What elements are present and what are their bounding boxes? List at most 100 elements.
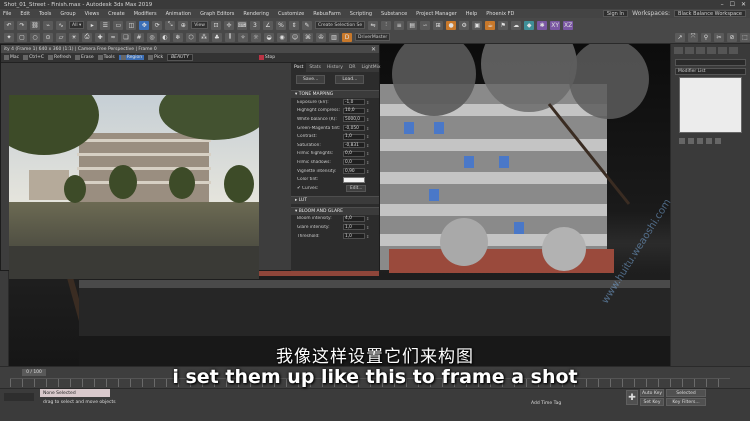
lut-header[interactable]: ▸ LUT <box>291 195 379 204</box>
hierarchy-tab-icon[interactable] <box>696 47 705 54</box>
menu-modifiers[interactable]: Modifiers <box>134 11 157 17</box>
param-value-field[interactable]: 1,0 <box>343 224 365 231</box>
param-value-field[interactable]: 4,0 <box>343 215 365 222</box>
rendered-frame-window-icon[interactable]: ▣ <box>472 20 483 30</box>
fb-copy-button[interactable]: Ctrl+C <box>23 55 44 60</box>
spinner-icon[interactable]: ⇕ <box>365 134 369 139</box>
window-crossing-icon[interactable]: ◫ <box>126 20 137 30</box>
auto-key-button[interactable]: Auto Key <box>640 389 664 397</box>
workspace-dropdown[interactable]: Black Balance Workspace <box>674 10 746 17</box>
tab-stats[interactable]: Stats <box>306 63 324 72</box>
mask-icon[interactable]: ☺ <box>290 32 300 42</box>
plugin-icon[interactable]: ✱ <box>537 20 548 30</box>
rendered-image[interactable] <box>9 95 259 279</box>
selection-filter-dropdown[interactable]: All ▾ <box>69 21 85 29</box>
utilities-tab-icon[interactable] <box>729 47 738 54</box>
rect-selection-icon[interactable]: ▭ <box>113 20 124 30</box>
render-element-dropdown[interactable]: BEAUTY <box>167 54 193 61</box>
pin-stack-icon[interactable] <box>679 138 685 144</box>
vray-light-icon[interactable]: ✧ <box>238 32 248 42</box>
param-value-field[interactable]: -0,050 <box>343 125 365 132</box>
set-key-icon[interactable]: ✚ <box>626 390 638 405</box>
menu-rebusfarm[interactable]: RebusFarm <box>313 11 341 17</box>
tab-dr[interactable]: DR <box>346 63 359 72</box>
manipulate-icon[interactable]: ✢ <box>223 20 234 30</box>
sign-in-dropdown[interactable]: Sign In <box>602 10 629 17</box>
menu-graph-editors[interactable]: Graph Editors <box>200 11 234 17</box>
menu-views[interactable]: Views <box>85 11 99 17</box>
param-value-field[interactable]: 1,0 <box>343 133 365 140</box>
bloom-glare-header[interactable]: ▾ BLOOM AND GLARE <box>291 206 379 215</box>
color-tint-swatch[interactable] <box>343 176 365 183</box>
camera-icon[interactable]: ⎙ <box>82 32 92 42</box>
vray-sun-icon[interactable]: ☼ <box>251 32 261 42</box>
modifier-list-dropdown[interactable]: Modifier List <box>675 68 746 75</box>
fb-tools-button[interactable]: Tools <box>97 55 115 60</box>
script-icon[interactable]: ◆ <box>524 20 535 30</box>
param-value-field[interactable]: -1,0 <box>343 99 365 106</box>
vray-dome-icon[interactable]: ◒ <box>264 32 274 42</box>
place-icon[interactable]: ⊕ <box>178 20 189 30</box>
mirror-icon[interactable]: ⇋ <box>368 20 379 30</box>
menu-help[interactable]: Help <box>466 11 477 17</box>
tool-f-icon[interactable]: ⬚ <box>740 32 750 42</box>
schematic-view-icon[interactable]: ⊞ <box>433 20 444 30</box>
set-key-button[interactable]: Set Key <box>640 398 664 406</box>
proxy-icon[interactable]: ⬡ <box>186 32 196 42</box>
menu-scripting[interactable]: Scripting <box>350 11 372 17</box>
spinner-icon[interactable]: ⇕ <box>365 108 369 113</box>
select-move-icon[interactable]: ✥ <box>139 20 150 30</box>
bind-space-warp-icon[interactable]: ∿ <box>56 20 66 30</box>
modify-tab-icon[interactable] <box>685 47 694 54</box>
named-selection-sets-dropdown[interactable]: Create Selection Se <box>314 21 366 29</box>
render-production-icon[interactable]: ☕ <box>485 20 496 30</box>
spinner-icon[interactable]: ⇕ <box>365 143 369 148</box>
param-value-field[interactable]: -0,831 <box>343 142 365 149</box>
fb-pick-button[interactable]: Pick <box>148 55 163 60</box>
group-icon[interactable]: ❏ <box>121 32 131 42</box>
spinner-icon[interactable]: ⇕ <box>365 117 369 122</box>
light-icon[interactable]: ☀ <box>69 32 79 42</box>
close-button[interactable]: ✕ <box>741 1 746 8</box>
fb-region-button[interactable]: Region <box>118 55 145 60</box>
isolate-icon[interactable]: ◎ <box>147 32 157 42</box>
modifier-stack[interactable] <box>679 77 742 133</box>
select-rotate-icon[interactable]: ⟳ <box>152 20 163 30</box>
plane-icon[interactable]: ▱ <box>56 32 66 42</box>
extra-tool-icon[interactable]: ✇ <box>316 32 326 42</box>
key-mode-dropdown[interactable]: Selected <box>666 389 706 397</box>
select-by-name-icon[interactable]: ☰ <box>100 20 111 30</box>
spinner-icon[interactable]: ⇕ <box>365 169 369 174</box>
xy-plane-icon[interactable]: XY <box>550 20 561 30</box>
add-time-tag[interactable]: Add Time Tag <box>528 399 578 407</box>
spinner-icon[interactable]: ⇕ <box>365 216 369 221</box>
scatter-icon[interactable]: ⁂ <box>199 32 209 42</box>
select-object-icon[interactable]: ▸ <box>87 20 98 30</box>
menu-substance[interactable]: Substance <box>381 11 407 17</box>
snaps-toggle-icon[interactable]: 3 <box>249 20 260 30</box>
percent-snap-icon[interactable]: % <box>275 20 286 30</box>
tool-a-icon[interactable]: ↗ <box>675 32 685 42</box>
vray-camera-icon[interactable]: ◉ <box>277 32 287 42</box>
helper-icon[interactable]: ✚ <box>95 32 105 42</box>
spinner-icon[interactable]: ⇕ <box>365 151 369 156</box>
save-button[interactable]: Save... <box>296 75 326 84</box>
spinner-icon[interactable]: ⇕ <box>365 100 369 105</box>
keyboard-shortcut-icon[interactable]: ⌨ <box>236 20 247 30</box>
render-setup-icon[interactable]: ⚙ <box>459 20 470 30</box>
tab-history[interactable]: History <box>324 63 346 72</box>
param-value-field[interactable]: 0,0 <box>343 159 365 166</box>
motion-tab-icon[interactable] <box>707 47 716 54</box>
freeze-icon[interactable]: ❄ <box>173 32 183 42</box>
menu-customize[interactable]: Customize <box>278 11 304 17</box>
maxscript-listener[interactable] <box>4 393 34 401</box>
reference-coord-dropdown[interactable]: View <box>191 21 208 29</box>
layer-explorer-icon[interactable]: ≡ <box>394 20 405 30</box>
menu-project-manager[interactable]: Project Manager <box>416 11 457 17</box>
create-icon[interactable]: ✦ <box>4 32 14 42</box>
select-scale-icon[interactable]: ⤡ <box>165 20 176 30</box>
hide-icon[interactable]: ◐ <box>160 32 170 42</box>
render-online-icon[interactable]: ☁ <box>511 20 522 30</box>
fb-mac-button[interactable]: Mac <box>4 55 19 60</box>
frame-buffer-title-bar[interactable]: ity 4 (Frame 1) 640 x 360 (1:1) | Camera… <box>1 45 379 53</box>
